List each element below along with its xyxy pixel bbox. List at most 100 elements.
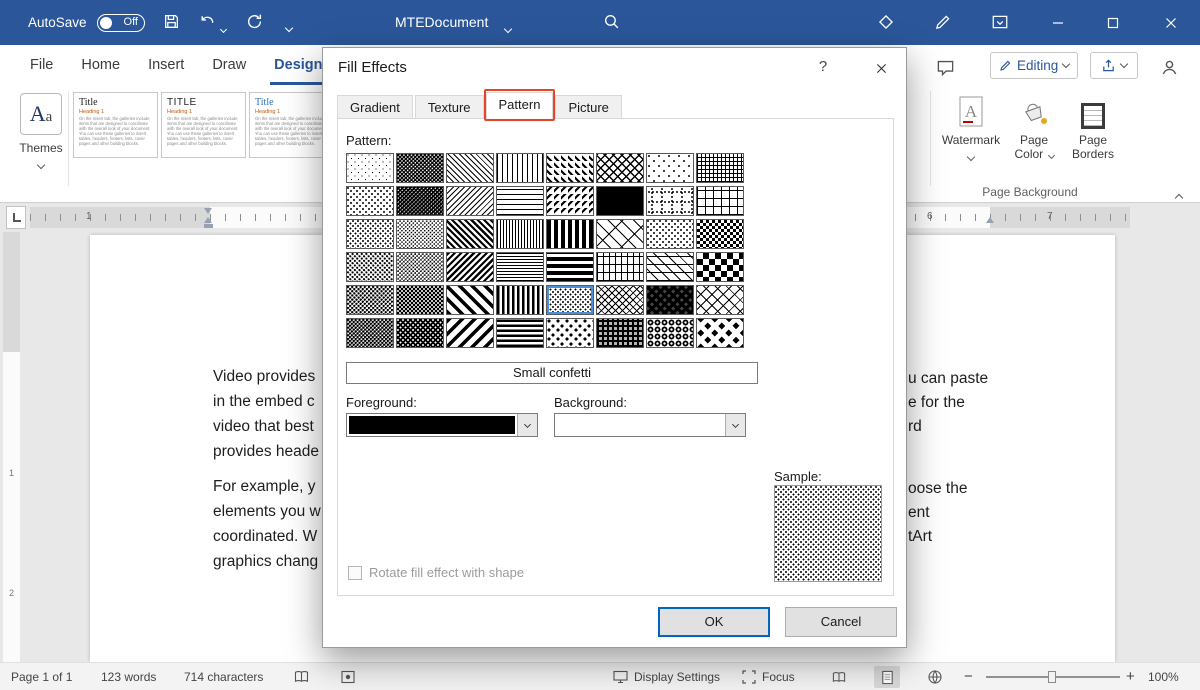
pattern-swatch-small-grid[interactable] — [696, 153, 744, 183]
pattern-swatch-90-[interactable] — [396, 318, 444, 348]
pattern-swatch-small-confetti[interactable] — [546, 285, 594, 315]
display-settings-button[interactable]: Display Settings — [634, 663, 720, 690]
pattern-swatch-75-[interactable] — [396, 252, 444, 282]
pattern-swatch-wide-downward-diagonal[interactable] — [446, 285, 494, 315]
redo-icon[interactable] — [246, 13, 263, 30]
help-button[interactable]: ? — [813, 58, 833, 75]
pattern-swatch-outlined-diamond[interactable] — [696, 285, 744, 315]
foreground-dropdown-button[interactable] — [517, 414, 537, 436]
document-title-dropdown-icon[interactable] — [505, 20, 511, 35]
maximize-button[interactable] — [1090, 0, 1135, 45]
tab-stop-selector[interactable] — [6, 206, 26, 229]
editing-mode-button[interactable]: Editing — [990, 52, 1078, 79]
pattern-swatch-dotted-grid[interactable] — [646, 186, 694, 216]
ribbon-tab-insert[interactable]: Insert — [134, 45, 198, 85]
pattern-swatch-dotted-diamond[interactable] — [646, 219, 694, 249]
dialog-close-button[interactable] — [866, 56, 896, 80]
word-count[interactable]: 123 words — [101, 663, 156, 690]
minimize-button[interactable] — [1035, 0, 1080, 45]
pattern-swatch-25-[interactable] — [346, 252, 394, 282]
ribbon-tab-draw[interactable]: Draw — [198, 45, 260, 85]
pattern-swatch-light-downward-diagonal[interactable] — [446, 153, 494, 183]
pattern-swatch-solid-diamond[interactable] — [696, 318, 744, 348]
document-title[interactable]: MTEDocument — [395, 0, 488, 45]
background-dropdown[interactable] — [554, 413, 746, 437]
save-icon[interactable] — [163, 13, 180, 30]
pattern-swatch-diagonal-brick[interactable] — [596, 219, 644, 249]
background-dropdown-button[interactable] — [725, 414, 745, 436]
pattern-swatch-sphere[interactable] — [646, 318, 694, 348]
zoom-slider-thumb[interactable] — [1048, 671, 1056, 683]
watermark-button[interactable]: A Watermark — [938, 89, 1004, 165]
first-line-indent-marker[interactable] — [204, 208, 212, 214]
cancel-button[interactable]: Cancel — [785, 607, 897, 637]
pattern-swatch-horizontal-brick[interactable] — [596, 252, 644, 282]
page-indicator[interactable]: Page 1 of 1 — [11, 663, 72, 690]
pattern-swatch-weave[interactable] — [596, 285, 644, 315]
pattern-swatch-narrow-vertical[interactable] — [496, 219, 544, 249]
ribbon-display-options-icon[interactable] — [991, 13, 1009, 31]
zoom-in-button[interactable]: + — [1126, 663, 1135, 690]
pattern-swatch-trellis[interactable] — [646, 285, 694, 315]
search-icon[interactable] — [603, 13, 620, 30]
pattern-swatch-dark-downward-diagonal[interactable] — [446, 219, 494, 249]
proofing-icon[interactable] — [293, 669, 310, 685]
dialog-tab-picture[interactable]: Picture — [555, 95, 621, 119]
hanging-indent-marker[interactable] — [204, 217, 212, 223]
pattern-swatch-dashed-horizontal[interactable] — [546, 219, 594, 249]
pattern-swatch-70-[interactable] — [396, 219, 444, 249]
close-button[interactable] — [1148, 0, 1193, 45]
pattern-swatch-10-[interactable] — [346, 186, 394, 216]
print-layout-button[interactable] — [874, 666, 900, 688]
pattern-swatch-light-horizontal[interactable] — [496, 186, 544, 216]
ink-pen-icon[interactable] — [934, 13, 952, 31]
pattern-swatch-large-checker-board[interactable] — [696, 252, 744, 282]
pattern-swatch-5-[interactable] — [346, 153, 394, 183]
character-count[interactable]: 714 characters — [184, 663, 263, 690]
zoom-out-button[interactable]: − — [964, 663, 973, 690]
pattern-swatch-dashed-downward-diagonal[interactable] — [546, 153, 594, 183]
pattern-swatch-dark-vertical[interactable] — [496, 285, 544, 315]
page-color-button[interactable]: Page Color — [1008, 89, 1060, 161]
pattern-swatch-dark-upward-diagonal[interactable] — [446, 252, 494, 282]
dialog-tab-pattern[interactable]: Pattern — [486, 92, 554, 119]
web-layout-button[interactable] — [922, 666, 948, 688]
style-set-card-1[interactable]: Title Heading 1 On the Insert tab, the g… — [73, 92, 158, 158]
pattern-swatch-large-confetti[interactable] — [546, 318, 594, 348]
pattern-swatch-40-[interactable] — [346, 318, 394, 348]
ribbon-tab-home[interactable]: Home — [67, 45, 134, 85]
vertical-ruler[interactable]: 1 2 — [3, 232, 20, 662]
dialog-tab-gradient[interactable]: Gradient — [337, 95, 413, 119]
pattern-swatch-small-checker-board[interactable] — [696, 219, 744, 249]
undo-icon[interactable] — [199, 13, 216, 30]
autosave-toggle[interactable]: Off — [97, 14, 145, 32]
pattern-swatch-50-[interactable] — [396, 153, 444, 183]
ribbon-tab-file[interactable]: File — [16, 45, 67, 85]
contact-presence-icon[interactable] — [1160, 58, 1179, 77]
pattern-swatch-20-[interactable] — [346, 219, 394, 249]
undo-dropdown-icon[interactable] — [221, 20, 226, 35]
pattern-swatch-zig-zag[interactable] — [596, 153, 644, 183]
foreground-dropdown[interactable] — [346, 413, 538, 437]
share-button[interactable] — [1090, 52, 1138, 79]
pattern-swatch-narrow-horizontal[interactable] — [496, 252, 544, 282]
pattern-swatch-80-[interactable] — [396, 285, 444, 315]
read-mode-button[interactable] — [826, 666, 852, 688]
style-set-card-2[interactable]: TITLE Heading 1 On the Insert tab, the g… — [161, 92, 246, 158]
dialog-tab-texture[interactable]: Texture — [415, 95, 484, 119]
pattern-swatch-large-grid[interactable] — [696, 186, 744, 216]
pattern-swatch-wide-upward-diagonal[interactable] — [446, 318, 494, 348]
pattern-swatch-dark-horizontal[interactable] — [496, 318, 544, 348]
designer-icon[interactable] — [877, 13, 895, 31]
pattern-swatch-light-upward-diagonal[interactable] — [446, 186, 494, 216]
pattern-swatch-wave[interactable] — [596, 186, 644, 216]
pattern-swatch-60-[interactable] — [396, 186, 444, 216]
pattern-swatch-dashed-upward-diagonal[interactable] — [546, 186, 594, 216]
page-borders-button[interactable]: Page Borders — [1064, 89, 1122, 161]
left-indent-marker[interactable] — [204, 224, 213, 228]
pattern-swatch-30-[interactable] — [346, 285, 394, 315]
pattern-swatch-light-vertical[interactable] — [496, 153, 544, 183]
pattern-swatch-plaid[interactable] — [596, 318, 644, 348]
right-indent-marker[interactable] — [986, 217, 994, 223]
pattern-swatch-shingle[interactable] — [646, 252, 694, 282]
